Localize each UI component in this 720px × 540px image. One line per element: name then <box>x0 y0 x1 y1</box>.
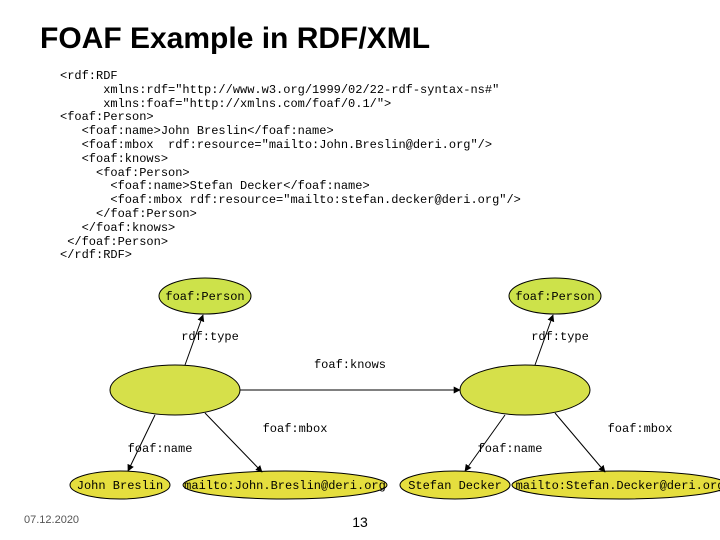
edge-label-name-right: foaf:name <box>478 442 543 456</box>
edge-label-knows: foaf:knows <box>314 358 386 372</box>
edge-label-type-left: rdf:type <box>181 330 239 344</box>
class-label-left: foaf:Person <box>165 290 244 304</box>
leaf-name-right-label: Stefan Decker <box>408 479 502 493</box>
edge-label-name-left: foaf:name <box>128 442 193 456</box>
edge-label-mbox-right: foaf:mbox <box>608 422 673 436</box>
rdf-graph-diagram: foaf:Person foaf:Person rdf:type rdf:typ… <box>0 0 720 540</box>
edge-label-type-right: rdf:type <box>531 330 589 344</box>
edge-mbox-left <box>205 413 262 472</box>
leaf-name-left-label: John Breslin <box>77 479 163 493</box>
leaf-mbox-left-label: mailto:John.Breslin@deri.org <box>184 479 386 493</box>
instance-left <box>110 365 240 415</box>
footer-page-number: 13 <box>352 514 368 530</box>
class-label-right: foaf:Person <box>515 290 594 304</box>
leaf-mbox-right-label: mailto:Stefan.Decker@deri.org <box>516 479 720 493</box>
edge-label-mbox-left: foaf:mbox <box>263 422 328 436</box>
slide: FOAF Example in RDF/XML <rdf:RDF xmlns:r… <box>0 0 720 540</box>
instance-right <box>460 365 590 415</box>
footer-date: 07.12.2020 <box>24 514 79 526</box>
edge-mbox-right <box>555 413 605 472</box>
